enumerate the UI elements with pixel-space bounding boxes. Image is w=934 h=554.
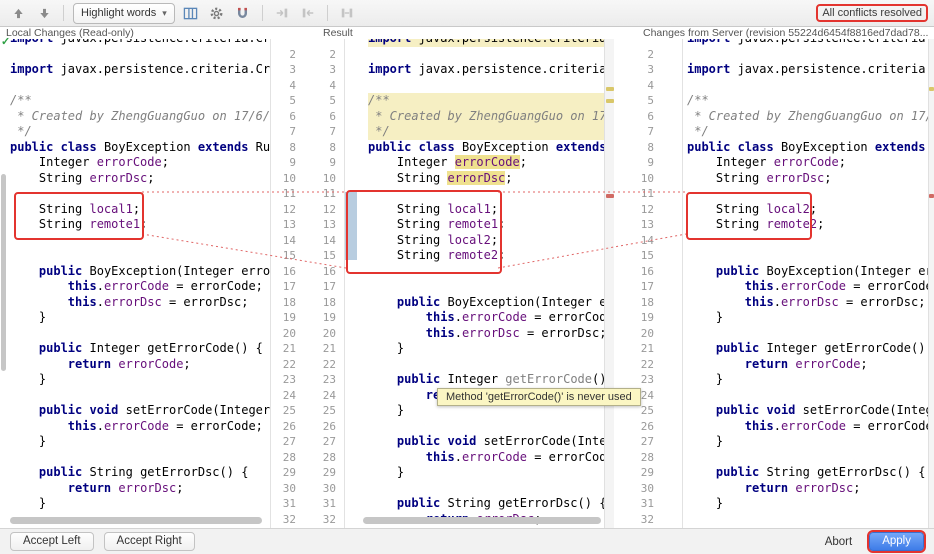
toolbar-separator (261, 5, 263, 21)
toolbar-separator (63, 5, 64, 21)
conflicts-status-badge: All conflicts resolved (816, 4, 928, 22)
apply-button[interactable]: Apply (867, 530, 926, 553)
result-error-stripe[interactable] (604, 39, 614, 528)
server-error-stripe[interactable] (928, 39, 934, 528)
panel-headers: Local Changes (Read-only) Result Changes… (0, 27, 934, 39)
apply-all-non-conflicting-icon (272, 3, 292, 23)
merge-editor-area: import javax.persistence.criteria.Criter… (0, 39, 934, 528)
result-panel-title: Result (323, 27, 353, 39)
all-changes-processed-check-icon: ✓ (1, 36, 11, 48)
editor-result[interactable]: import javax.persistence.criteria.Criter… (360, 39, 604, 528)
result-change-marker-gutter (344, 39, 360, 528)
server-panel-title: Changes from Server (revision 55224d6454… (643, 27, 929, 39)
local-vertical-scrollbar[interactable] (0, 39, 7, 528)
next-difference-icon[interactable] (34, 3, 54, 23)
highlight-mode-label: Highlight words (81, 7, 157, 19)
conflict-stripe-mark[interactable] (606, 194, 614, 198)
server-gutter: 2 3 4 5 6 7 8 9 10 11 12 13 14 15 16 17 18 19 20 21 22 23 24 25… (640, 47, 654, 526)
magnet-icon[interactable] (233, 3, 253, 23)
server-change-marker-gutter (662, 39, 682, 528)
viewer-layout-icon[interactable] (181, 3, 201, 23)
result-gutter: 2 3 4 5 6 7 8 9 10 11 12 13 14 15 16 17 18 19 20 21 22 23 24 25… (322, 47, 336, 526)
chevron-down-icon: ▾ (162, 7, 167, 18)
accept-left-button[interactable]: Accept Left (10, 532, 94, 551)
warning-stripe-mark[interactable] (606, 99, 614, 103)
apply-left-non-conflicting-icon (298, 3, 318, 23)
warning-stripe-mark[interactable] (929, 87, 934, 91)
highlight-mode-dropdown[interactable]: Highlight words ▾ (73, 2, 175, 24)
result-conflict-change-bar[interactable] (345, 192, 357, 260)
toolbar-separator (326, 5, 328, 21)
bottom-button-bar: Accept Left Accept Right Abort Apply (0, 528, 934, 554)
conflict-stripe-mark[interactable] (929, 194, 934, 198)
editor-local[interactable]: import javax.persistence.criteria.Criter… (7, 39, 270, 528)
abort-button[interactable]: Abort (818, 532, 860, 551)
inspection-tooltip: Method 'getErrorCode()' is never used (437, 388, 641, 406)
local-gutter: 2 3 4 5 6 7 8 9 10 11 12 13 14 15 16 17 18 19 20 21 22 23 24 25… (270, 39, 306, 528)
previous-difference-icon[interactable] (8, 3, 28, 23)
settings-gear-icon[interactable] (207, 3, 227, 23)
warning-stripe-mark[interactable] (606, 87, 614, 91)
local-horizontal-scrollbar[interactable] (10, 517, 262, 524)
result-horizontal-scrollbar[interactable] (363, 517, 601, 524)
toolbar: Highlight words ▾ All conflicts resolved (0, 0, 934, 27)
apply-right-non-conflicting-icon (337, 3, 357, 23)
local-panel-title: Local Changes (Read-only) (6, 27, 134, 39)
editor-server[interactable]: import javax.persistence.criteria.Criter… (682, 39, 928, 528)
accept-right-button[interactable]: Accept Right (103, 532, 195, 551)
